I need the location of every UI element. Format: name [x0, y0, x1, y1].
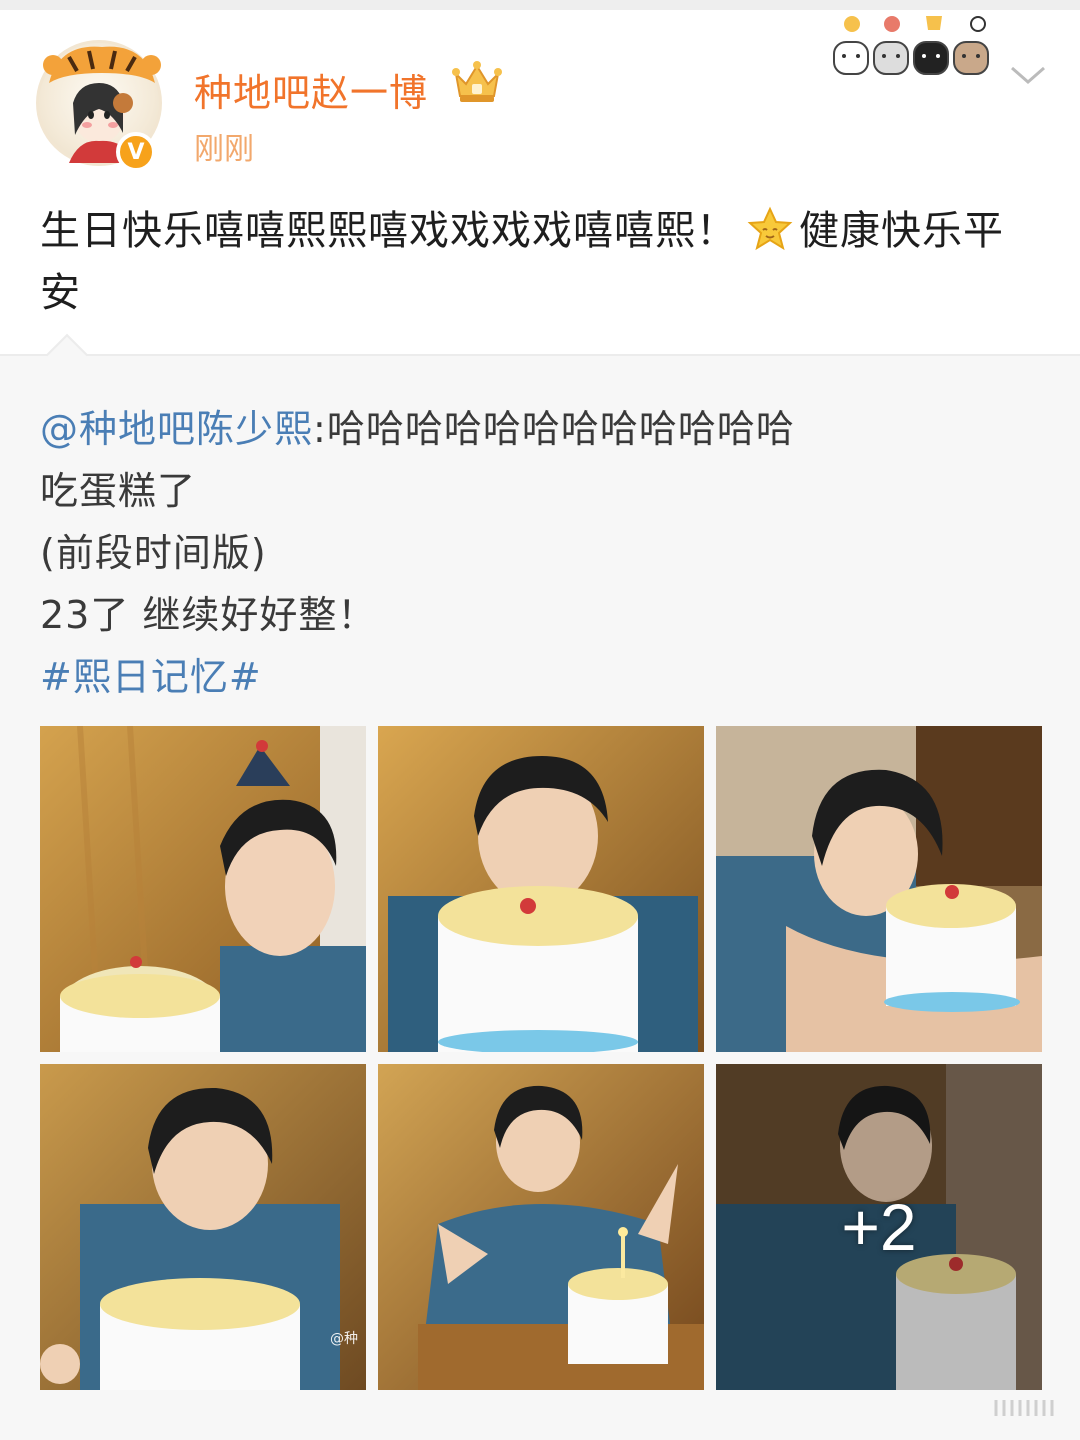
repost-card[interactable]: @种地吧陈少熙:哈哈哈哈哈哈哈哈哈哈哈哈 吃蛋糕了 (前段时间版) 23了 继续…: [0, 333, 1080, 1440]
repost-notch: [45, 333, 89, 377]
photo-1[interactable]: [40, 726, 366, 1052]
weibo-watermark-icon: [994, 1400, 1054, 1416]
photo-3[interactable]: [716, 726, 1042, 1052]
photo-2[interactable]: [378, 726, 704, 1052]
repost-line-4: 23了 继续好好整！: [40, 593, 377, 637]
more-photos-count[interactable]: +2: [716, 1064, 1042, 1390]
repost-line-1-text: :哈哈哈哈哈哈哈哈哈哈哈哈: [313, 407, 795, 451]
photo-5[interactable]: [378, 1064, 704, 1390]
post-text: 生日快乐嘻嘻熙熙嘻戏戏戏戏嘻嘻熙！ 健康快乐平安: [40, 200, 1040, 324]
photo-4[interactable]: [40, 1064, 366, 1390]
post-text-main: 生日快乐嘻嘻熙熙嘻戏戏戏戏嘻嘻熙！: [40, 208, 737, 254]
timestamp: 刚刚: [194, 132, 254, 167]
repost-line-1: @种地吧陈少熙:哈哈哈哈哈哈哈哈哈哈哈哈: [40, 398, 795, 453]
top-strip: [0, 0, 1080, 10]
repost-line-3: (前段时间版): [40, 531, 267, 575]
chevron-down-icon[interactable]: [1008, 62, 1048, 88]
verified-badge: V: [116, 132, 156, 172]
star-smile-icon: [747, 206, 793, 251]
mention-link[interactable]: @种地吧陈少熙: [40, 407, 313, 451]
repost-line-2: 吃蛋糕了: [40, 469, 197, 513]
member-crown-icon[interactable]: [450, 60, 504, 106]
cat-stickers-icon[interactable]: [830, 12, 992, 82]
photo-6[interactable]: +2: [716, 1064, 1042, 1390]
hashtag-link[interactable]: #熙日记忆#: [40, 646, 262, 701]
username[interactable]: 种地吧赵一博: [194, 62, 428, 117]
